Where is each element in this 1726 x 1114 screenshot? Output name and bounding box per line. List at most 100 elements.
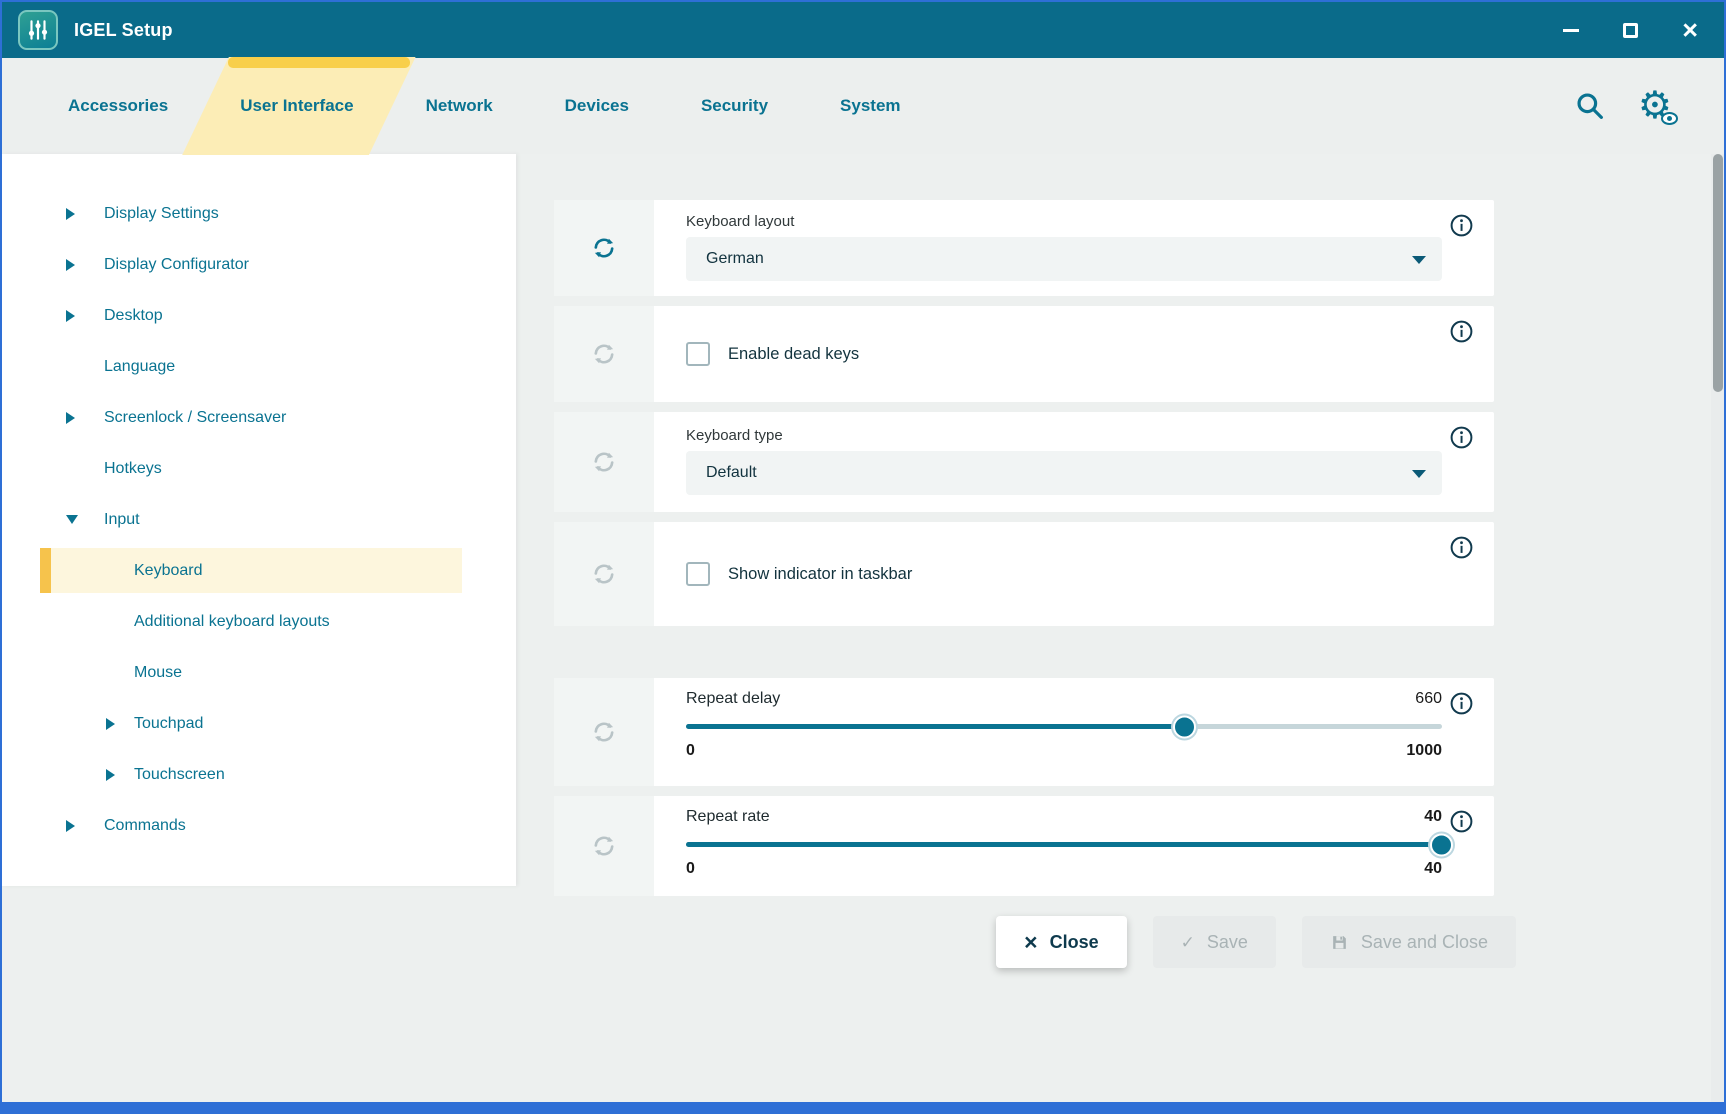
tab-security[interactable]: Security: [701, 96, 768, 116]
keyboard-layout-label: Keyboard layout: [686, 200, 1442, 230]
dropdown-caret-icon: [1412, 256, 1426, 264]
tabs: Accessories User Interface Network Devic…: [2, 96, 901, 116]
sidebar-item-touchscreen[interactable]: Touchscreen: [2, 749, 516, 800]
repeat-delay-value: 660: [1415, 690, 1442, 708]
close-window-icon[interactable]: ×: [1682, 20, 1698, 40]
sidebar-item-touchpad[interactable]: Touchpad: [2, 698, 516, 749]
keyboard-layout-select[interactable]: German: [686, 237, 1442, 281]
show-indicator-label: Show indicator in taskbar: [728, 565, 912, 584]
reset-button[interactable]: [554, 796, 654, 896]
sidebar-item-display-configurator[interactable]: Display Configurator: [2, 239, 516, 290]
close-button[interactable]: × Close: [996, 916, 1126, 968]
dropdown-caret-icon: [1412, 470, 1426, 478]
chevron-right-icon: [106, 769, 115, 781]
reset-button[interactable]: [554, 678, 654, 786]
card-show-indicator: Show indicator in taskbar: [554, 522, 1494, 626]
info-icon[interactable]: [1449, 425, 1474, 450]
info-icon[interactable]: [1449, 691, 1474, 716]
selected-item-highlight: [40, 548, 462, 593]
card-keyboard-layout: Keyboard layout German: [554, 200, 1494, 296]
repeat-rate-min: 0: [686, 860, 695, 878]
card-group-gap: [554, 636, 1494, 678]
tab-network[interactable]: Network: [426, 96, 493, 116]
footer-actions: × Close ✓ Save Save and Close: [996, 916, 1516, 968]
save-button[interactable]: ✓ Save: [1153, 916, 1276, 968]
repeat-delay-max: 1000: [1406, 742, 1442, 760]
slider-fill: [686, 724, 1185, 729]
repeat-delay-label: Repeat delay: [686, 690, 780, 708]
repeat-delay-slider: Repeat delay 660 0 1000: [654, 678, 1494, 786]
reset-button[interactable]: [554, 200, 654, 296]
slider-track[interactable]: [686, 724, 1442, 729]
sidebar-item-desktop[interactable]: Desktop: [2, 290, 516, 341]
chevron-right-icon: [66, 259, 75, 271]
tabbar-actions: ⚙: [1574, 58, 1672, 154]
vertical-scrollbar[interactable]: [1711, 154, 1724, 1102]
settings-panel: Keyboard layout German: [554, 200, 1494, 906]
search-icon[interactable]: [1574, 90, 1606, 122]
tab-accessories[interactable]: Accessories: [68, 96, 168, 116]
reset-icon: [590, 718, 618, 746]
igel-setup-window: IGEL Setup × Accessories User Interface …: [0, 0, 1726, 1114]
save-floppy-icon: [1330, 933, 1349, 952]
check-icon: ✓: [1181, 934, 1195, 951]
reset-icon: [590, 234, 618, 262]
tab-bar: Accessories User Interface Network Devic…: [2, 58, 1724, 154]
info-icon[interactable]: [1449, 213, 1474, 238]
repeat-rate-max: 40: [1424, 860, 1442, 878]
maximize-icon[interactable]: [1623, 23, 1638, 38]
sidebar-item-additional-keyboard-layouts[interactable]: Additional keyboard layouts: [2, 596, 516, 647]
tab-system[interactable]: System: [840, 96, 900, 116]
repeat-rate-label: Repeat rate: [686, 808, 770, 826]
close-x-icon: ×: [1024, 931, 1037, 954]
minimize-icon[interactable]: [1563, 29, 1579, 32]
scrollbar-thumb[interactable]: [1713, 154, 1723, 392]
slider-track[interactable]: [686, 842, 1442, 847]
sidebar-item-hotkeys[interactable]: Hotkeys: [2, 443, 516, 494]
repeat-delay-min: 0: [686, 742, 695, 760]
igel-logo-icon: [18, 10, 58, 50]
info-icon[interactable]: [1449, 809, 1474, 834]
enable-dead-keys-label: Enable dead keys: [728, 345, 859, 364]
info-icon[interactable]: [1449, 535, 1474, 560]
profile-settings-icon[interactable]: ⚙: [1638, 87, 1672, 125]
tab-user-interface[interactable]: User Interface: [240, 96, 353, 116]
sidebar-item-mouse[interactable]: Mouse: [2, 647, 516, 698]
reset-button[interactable]: [554, 412, 654, 512]
save-and-close-button[interactable]: Save and Close: [1302, 916, 1516, 968]
reset-icon: [590, 832, 618, 860]
window-title: IGEL Setup: [74, 20, 173, 41]
reset-button[interactable]: [554, 306, 654, 402]
chevron-right-icon: [66, 820, 75, 832]
slider-thumb[interactable]: [1430, 833, 1453, 856]
chevron-right-icon: [66, 310, 75, 322]
repeat-rate-slider: Repeat rate 40 0 40: [654, 796, 1494, 896]
show-indicator-checkbox[interactable]: [686, 562, 710, 586]
chevron-right-icon: [66, 412, 75, 424]
enable-dead-keys-checkbox[interactable]: [686, 342, 710, 366]
titlebar: IGEL Setup ×: [2, 2, 1724, 58]
card-enable-dead-keys: Enable dead keys: [554, 306, 1494, 402]
chevron-right-icon: [66, 208, 75, 220]
info-icon[interactable]: [1449, 319, 1474, 344]
card-repeat-rate: Repeat rate 40 0 40: [554, 796, 1494, 896]
keyboard-type-select[interactable]: Default: [686, 451, 1442, 495]
chevron-right-icon: [106, 718, 115, 730]
sidebar-item-keyboard[interactable]: Keyboard: [2, 545, 516, 596]
eye-icon: [1661, 112, 1678, 125]
sidebar-item-screenlock[interactable]: Screenlock / Screensaver: [2, 392, 516, 443]
reset-icon: [590, 560, 618, 588]
sidebar-tree: Display Settings Display Configurator De…: [2, 154, 516, 886]
main-body: Display Settings Display Configurator De…: [2, 154, 1724, 1102]
chevron-down-icon: [66, 515, 78, 524]
sidebar-item-commands[interactable]: Commands: [2, 800, 516, 851]
tab-devices[interactable]: Devices: [565, 96, 629, 116]
sidebar-item-input[interactable]: Input: [2, 494, 516, 545]
reset-icon: [590, 448, 618, 476]
sidebar-item-display-settings[interactable]: Display Settings: [2, 188, 516, 239]
sidebar-item-language[interactable]: Language: [2, 341, 516, 392]
window-controls: ×: [1563, 20, 1708, 40]
reset-button[interactable]: [554, 522, 654, 626]
card-keyboard-type: Keyboard type Default: [554, 412, 1494, 512]
slider-thumb[interactable]: [1173, 715, 1196, 738]
